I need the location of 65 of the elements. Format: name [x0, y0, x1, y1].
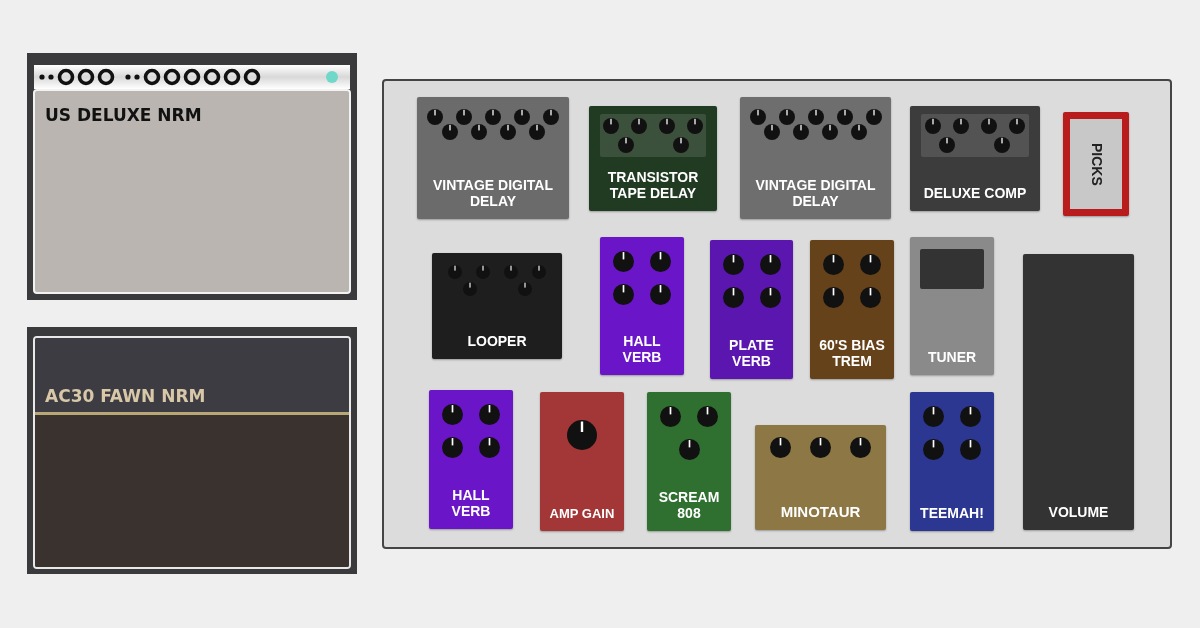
knob-icon[interactable]	[517, 282, 532, 296]
knob-icon[interactable]	[532, 265, 546, 279]
knob-icon[interactable]	[528, 124, 545, 140]
knob-icon[interactable]	[448, 265, 462, 279]
pedal-label: VINTAGE DIGITAL DELAY	[754, 178, 877, 209]
indicator-light-icon	[326, 71, 338, 83]
knob-icon[interactable]	[462, 282, 477, 296]
knob-icon[interactable]	[499, 124, 516, 140]
knob-icon[interactable]	[764, 124, 780, 140]
pedal-label: PLATE VERB	[728, 338, 775, 369]
amp-name: AC30 FAWN NRM	[45, 386, 206, 406]
effect-pedal[interactable]: AMP GAIN	[540, 392, 624, 531]
pick-holder[interactable]: PICKS	[1063, 112, 1129, 216]
knob-icon[interactable]	[836, 109, 853, 125]
knob-icon[interactable]	[822, 124, 838, 140]
knob-icon[interactable]	[994, 137, 1011, 153]
knob-icon[interactable]	[925, 118, 941, 134]
pedal-label: MINOTAUR	[780, 503, 861, 520]
knob-icon[interactable]	[687, 118, 703, 134]
pedal-label: HALL VERB	[450, 488, 492, 519]
pedal-label: TRANSISTOR TAPE DELAY	[606, 170, 700, 201]
knob-icon[interactable]	[543, 109, 559, 125]
knob-icon[interactable]	[427, 109, 443, 125]
pedal-label: VOLUME	[1048, 504, 1109, 520]
knob-icon[interactable]	[514, 109, 530, 125]
knob-icon[interactable]	[851, 124, 867, 140]
effect-pedal[interactable]: VINTAGE DIGITAL DELAY	[740, 97, 891, 219]
knob-icon[interactable]	[504, 265, 518, 279]
volume-pedal[interactable]: VOLUME	[1023, 254, 1134, 530]
pedal-label: AMP GAIN	[549, 506, 615, 521]
pedal-label: 60'S BIAS TREM	[818, 338, 886, 369]
pedal-label: TEEMAH!	[920, 505, 984, 521]
knob-icon[interactable]	[865, 109, 882, 125]
knob-icon[interactable]	[953, 118, 969, 134]
pedal-label: LOOPER	[467, 333, 527, 349]
knob-icon[interactable]	[441, 124, 458, 140]
knob-icon[interactable]	[807, 109, 824, 125]
effect-pedal[interactable]: DELUXE COMP	[910, 106, 1040, 211]
knob-icon[interactable]	[476, 265, 490, 279]
knob-icon[interactable]	[659, 118, 675, 134]
knob-icon[interactable]	[1009, 118, 1025, 134]
pedal-label: SCREAM 808	[657, 490, 721, 521]
knob-icon[interactable]	[617, 137, 634, 153]
effect-pedal[interactable]: TRANSISTOR TAPE DELAY	[589, 106, 717, 211]
knob-icon[interactable]	[793, 124, 809, 140]
knob-icon[interactable]	[456, 109, 472, 125]
knob-icon[interactable]	[672, 137, 689, 153]
pedal-label: HALL VERB	[621, 334, 663, 365]
pedal-label: DELUXE COMP	[923, 185, 1027, 201]
knob-icon[interactable]	[749, 109, 766, 125]
knob-icon[interactable]	[939, 137, 956, 153]
knob-icon[interactable]	[567, 420, 597, 450]
effect-pedal[interactable]: LOOPER	[432, 253, 562, 359]
knob-icon[interactable]	[470, 124, 487, 140]
effect-pedal[interactable]: VINTAGE DIGITAL DELAY	[417, 97, 569, 219]
knob-icon[interactable]	[603, 118, 619, 134]
pedal-label: VINTAGE DIGITAL DELAY	[431, 178, 554, 209]
pedal-label: PICKS	[1088, 142, 1104, 186]
knob-icon[interactable]	[631, 118, 647, 134]
knob-icon[interactable]	[981, 118, 997, 134]
knob-icon[interactable]	[485, 109, 501, 125]
tuner-display	[920, 249, 984, 289]
amp-name: US DELUXE NRM	[45, 105, 202, 125]
knob-icon[interactable]	[778, 109, 795, 125]
pedal-label: TUNER	[927, 349, 977, 365]
